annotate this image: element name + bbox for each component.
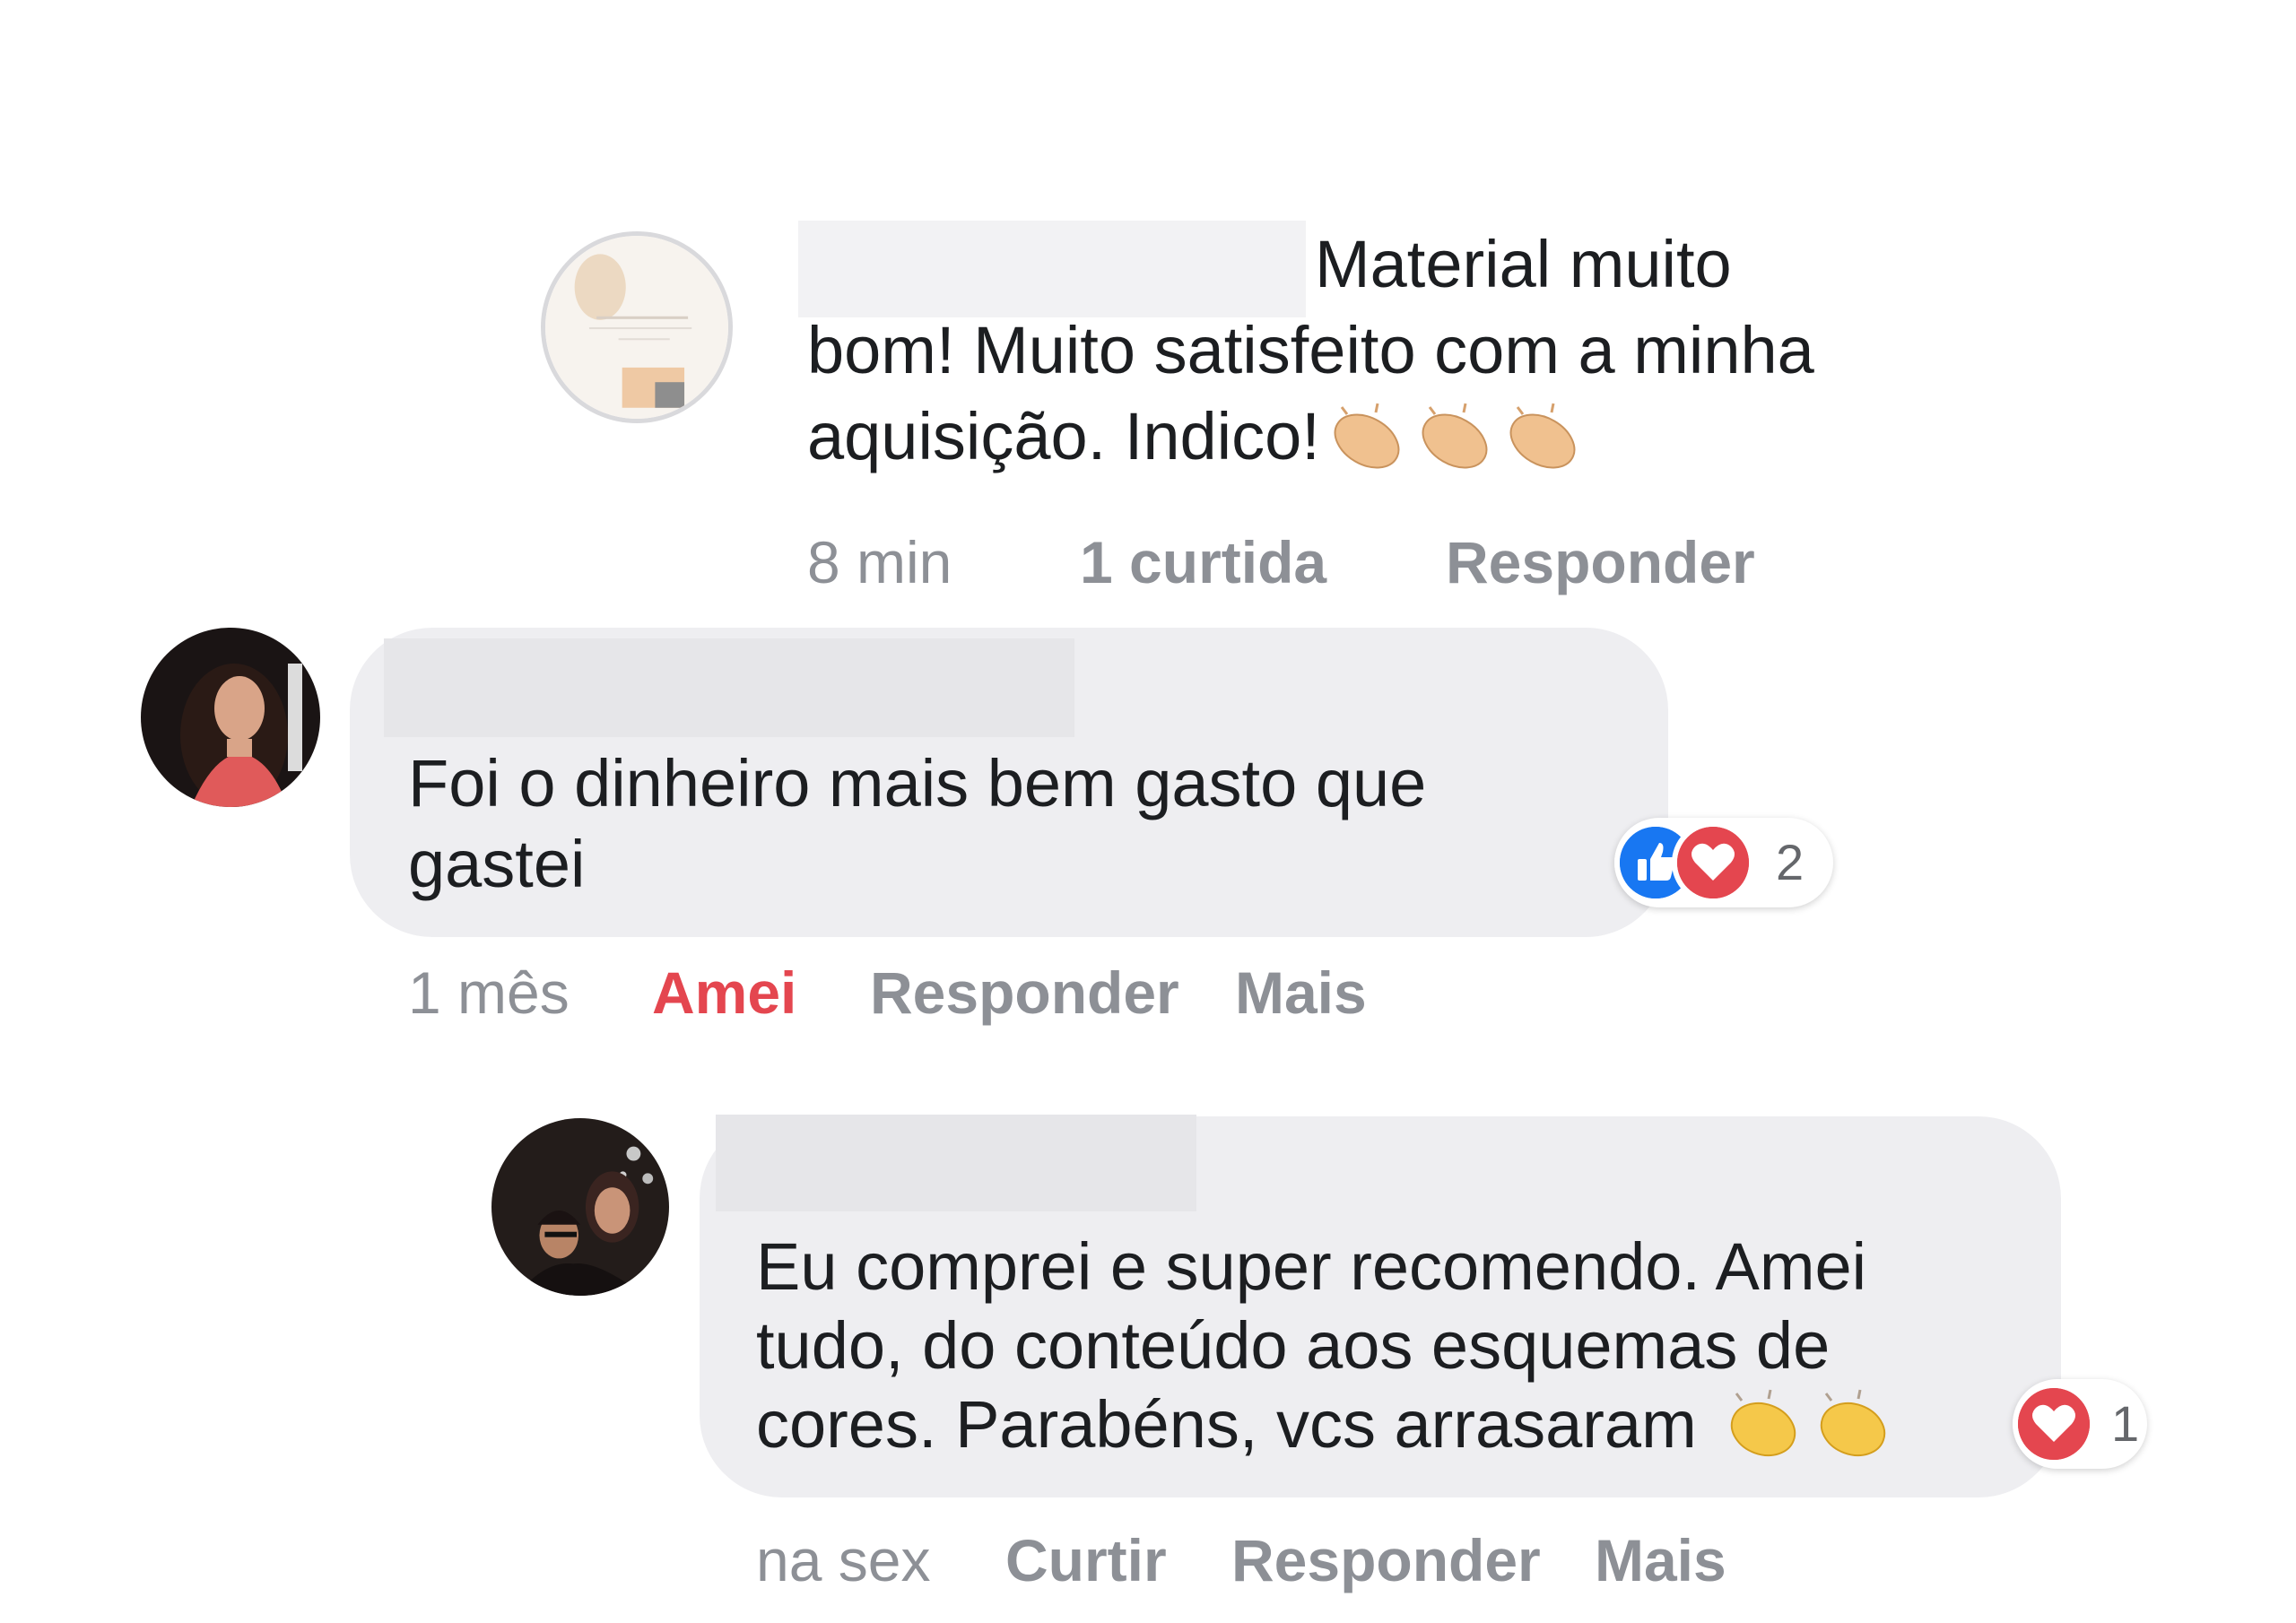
comment-text-line-1: Eu comprei e super recomendo. Amei xyxy=(756,1229,1867,1304)
avatar-image xyxy=(545,236,728,419)
reply-button[interactable]: Responder xyxy=(1231,1524,1541,1596)
comment-text: Foi o dinheiro mais bem gasto que gastei xyxy=(408,741,1426,907)
like-button[interactable]: Curtir xyxy=(1005,1524,1167,1596)
comment-time[interactable]: 8 min xyxy=(807,526,952,598)
comment-text-line-1: Foi o dinheiro mais bem gasto que xyxy=(408,746,1427,820)
clapping-hands-icon xyxy=(1724,1388,1894,1477)
comment-text: Eu comprei e super recomendo. Amei tudo,… xyxy=(756,1228,1894,1477)
reactions-summary[interactable]: 2 xyxy=(1614,818,1833,907)
more-button[interactable]: Mais xyxy=(1235,957,1367,1028)
comment-text-line-3-wrap: aquisição. Indico! xyxy=(807,394,1814,492)
more-button[interactable]: Mais xyxy=(1595,1524,1726,1596)
comment-time[interactable]: 1 mês xyxy=(408,957,570,1028)
reply-button[interactable]: Responder xyxy=(1446,526,1755,598)
avatar[interactable] xyxy=(541,231,733,423)
author-name-redacted xyxy=(384,638,1074,737)
reactions-summary[interactable]: 1 xyxy=(2013,1379,2147,1469)
love-reaction-button[interactable]: Amei xyxy=(652,957,796,1028)
avatar-image xyxy=(141,628,320,807)
comment-actions: na sex Curtir Responder Mais xyxy=(756,1524,1832,1596)
comment-text-line-3: aquisição. Indico! xyxy=(807,399,1320,473)
comment-text-line-2: gastei xyxy=(408,827,586,901)
reactions-count: 2 xyxy=(1776,834,1805,890)
reply-button[interactable]: Responder xyxy=(870,957,1179,1028)
comment-text-line-3: cores. Parabéns, vcs arrasaram xyxy=(756,1387,1697,1462)
comment-actions: 8 min 1 curtida Responder xyxy=(807,526,1883,598)
avatar[interactable] xyxy=(141,628,320,807)
comment-text-line-1: Material muito xyxy=(1315,227,1732,301)
author-name-redacted xyxy=(716,1115,1196,1211)
comment-text-line-2: bom! Muito satisfeito com a minha xyxy=(807,313,1814,387)
love-icon xyxy=(2013,1383,2095,1465)
avatar[interactable] xyxy=(491,1118,669,1296)
likes-count-link[interactable]: 1 curtida xyxy=(1080,526,1326,598)
clapping-hands-icon xyxy=(1324,400,1584,492)
comment-text-line-3-wrap: cores. Parabéns, vcs arrasaram xyxy=(756,1385,1894,1477)
comment-text-line-2: tudo, do conteúdo aos esquemas de xyxy=(756,1308,1831,1383)
comment-time[interactable]: na sex xyxy=(756,1524,930,1596)
comment-text: Material muito bom! Muito satisfeito com… xyxy=(807,221,1814,492)
reactions-count: 1 xyxy=(2111,1395,2140,1452)
avatar-image xyxy=(491,1118,669,1296)
love-icon xyxy=(1672,821,1754,904)
comment-actions: 1 mês Amei Responder Mais xyxy=(408,957,1484,1028)
